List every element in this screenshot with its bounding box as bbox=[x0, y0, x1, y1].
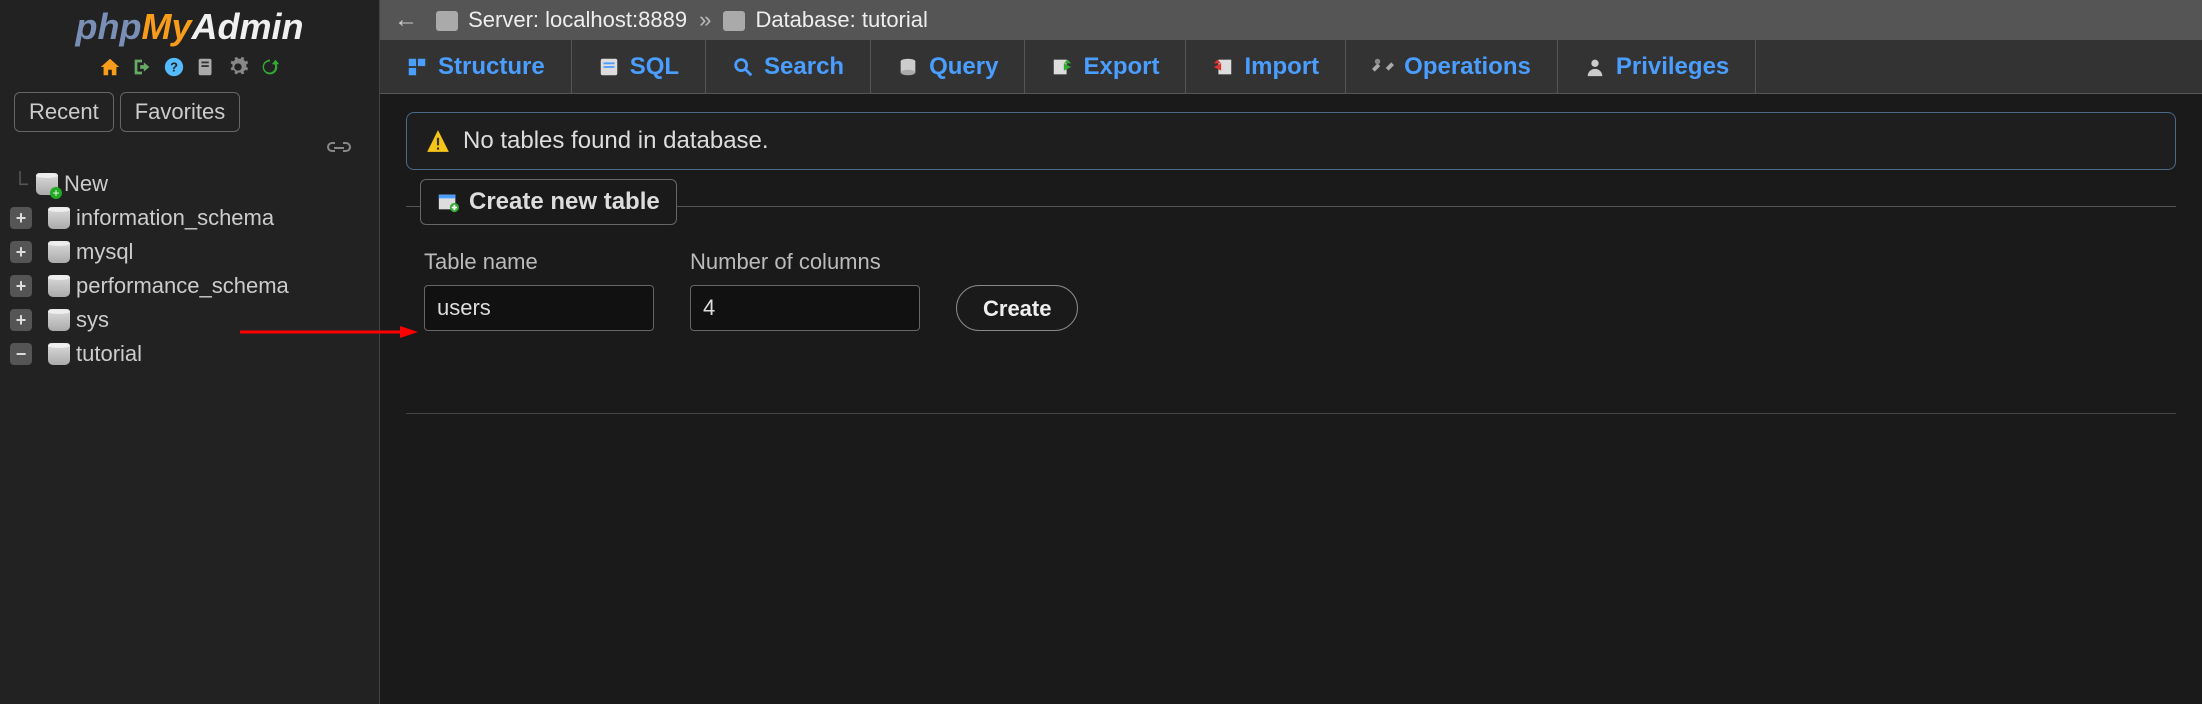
sidebar: phpMyAdmin ? Recent Favorites └ bbox=[0, 0, 380, 704]
tab-export[interactable]: Export bbox=[1025, 40, 1186, 93]
gear-icon[interactable] bbox=[225, 54, 251, 80]
tab-label: Structure bbox=[438, 53, 545, 81]
database-value: tutorial bbox=[862, 7, 928, 32]
create-table-legend: Create new table bbox=[420, 179, 677, 225]
no-tables-notice: No tables found in database. bbox=[406, 112, 2176, 170]
svg-text:?: ? bbox=[170, 60, 178, 75]
tab-structure[interactable]: Structure bbox=[380, 40, 572, 93]
tab-label: Search bbox=[764, 53, 844, 81]
server-crumb[interactable]: Server: localhost:8889 bbox=[436, 7, 687, 33]
create-table-form: Table name Number of columns Create bbox=[406, 249, 2176, 361]
expand-icon[interactable]: + bbox=[10, 241, 32, 263]
tab-operations[interactable]: Operations bbox=[1346, 40, 1558, 93]
columns-count-label: Number of columns bbox=[690, 249, 920, 275]
structure-icon bbox=[406, 56, 428, 78]
tab-label: Operations bbox=[1404, 53, 1531, 81]
expand-icon[interactable]: + bbox=[10, 275, 32, 297]
create-button[interactable]: Create bbox=[956, 285, 1078, 331]
logo-admin: Admin bbox=[192, 6, 304, 48]
search-icon bbox=[732, 56, 754, 78]
new-database-link[interactable]: └ New bbox=[10, 167, 379, 201]
main-tabs: Structure SQL Search Query Export bbox=[380, 40, 2202, 94]
tab-label: Privileges bbox=[1616, 53, 1729, 81]
server-label: Server: bbox=[468, 7, 539, 32]
expand-icon[interactable]: + bbox=[10, 207, 32, 229]
db-sys[interactable]: + sys bbox=[10, 303, 379, 337]
structure-content: No tables found in database. Create new … bbox=[380, 94, 2202, 409]
db-performance-schema[interactable]: + performance_schema bbox=[10, 269, 379, 303]
recent-tab[interactable]: Recent bbox=[14, 92, 114, 132]
export-icon bbox=[1051, 56, 1073, 78]
operations-icon bbox=[1372, 56, 1394, 78]
sidebar-tabs: Recent Favorites bbox=[14, 92, 365, 132]
crumb-separator: » bbox=[699, 7, 711, 33]
table-name-input[interactable] bbox=[424, 285, 654, 331]
logo-my: My bbox=[141, 6, 191, 48]
tab-search[interactable]: Search bbox=[706, 40, 871, 93]
database-icon bbox=[48, 207, 70, 229]
import-icon bbox=[1212, 56, 1234, 78]
reload-icon[interactable] bbox=[257, 54, 283, 80]
sql-icon bbox=[598, 56, 620, 78]
database-icon bbox=[48, 343, 70, 365]
tab-import[interactable]: Import bbox=[1186, 40, 1346, 93]
database-icon bbox=[48, 309, 70, 331]
back-icon[interactable]: ← bbox=[388, 6, 424, 34]
db-label: sys bbox=[76, 307, 109, 333]
legend-text: Create new table bbox=[469, 188, 660, 216]
expand-icon[interactable]: + bbox=[10, 309, 32, 331]
server-value: localhost:8889 bbox=[545, 7, 687, 32]
database-icon bbox=[48, 275, 70, 297]
new-database-icon bbox=[36, 173, 58, 195]
logo-php: php bbox=[76, 6, 142, 48]
db-label: tutorial bbox=[76, 341, 142, 367]
tab-label: Query bbox=[929, 53, 998, 81]
docs-icon[interactable] bbox=[193, 54, 219, 80]
tab-sql[interactable]: SQL bbox=[572, 40, 706, 93]
breadcrumb: ← Server: localhost:8889 » Database: tut… bbox=[380, 0, 2202, 40]
database-icon bbox=[723, 11, 745, 31]
columns-count-field: Number of columns bbox=[690, 249, 920, 331]
exit-icon[interactable] bbox=[129, 54, 155, 80]
collapse-icon[interactable]: − bbox=[10, 343, 32, 365]
table-name-field: Table name bbox=[424, 249, 654, 331]
phpmyadmin-logo[interactable]: phpMyAdmin bbox=[76, 6, 304, 48]
new-label: New bbox=[64, 171, 108, 197]
create-table-fieldset: Create new table Table name Number of co… bbox=[406, 206, 2176, 361]
database-label: Database: bbox=[755, 7, 855, 32]
divider bbox=[406, 413, 2176, 414]
db-label: information_schema bbox=[76, 205, 274, 231]
db-tutorial[interactable]: − tutorial bbox=[10, 337, 379, 371]
db-mysql[interactable]: + mysql bbox=[10, 235, 379, 269]
favorites-tab[interactable]: Favorites bbox=[120, 92, 240, 132]
link-icon[interactable] bbox=[327, 138, 351, 161]
privileges-icon bbox=[1584, 56, 1606, 78]
tab-label: Import bbox=[1244, 53, 1319, 81]
db-label: performance_schema bbox=[76, 273, 289, 299]
sidebar-toolbar: ? bbox=[97, 54, 283, 80]
notice-text: No tables found in database. bbox=[463, 127, 769, 155]
database-icon bbox=[48, 241, 70, 263]
db-label: mysql bbox=[76, 239, 133, 265]
help-icon[interactable]: ? bbox=[161, 54, 187, 80]
tab-query[interactable]: Query bbox=[871, 40, 1025, 93]
table-name-label: Table name bbox=[424, 249, 654, 275]
warning-icon bbox=[425, 128, 451, 154]
columns-count-input[interactable] bbox=[690, 285, 920, 331]
db-information-schema[interactable]: + information_schema bbox=[10, 201, 379, 235]
tab-privileges[interactable]: Privileges bbox=[1558, 40, 1756, 93]
server-icon bbox=[436, 11, 458, 31]
tab-label: Export bbox=[1083, 53, 1159, 81]
create-table-icon bbox=[437, 191, 459, 213]
database-tree: └ New + information_schema + mysql + per… bbox=[0, 167, 379, 371]
database-crumb[interactable]: Database: tutorial bbox=[723, 7, 928, 33]
main-panel: ← Server: localhost:8889 » Database: tut… bbox=[380, 0, 2202, 704]
tab-label: SQL bbox=[630, 53, 679, 81]
query-icon bbox=[897, 56, 919, 78]
home-icon[interactable] bbox=[97, 54, 123, 80]
